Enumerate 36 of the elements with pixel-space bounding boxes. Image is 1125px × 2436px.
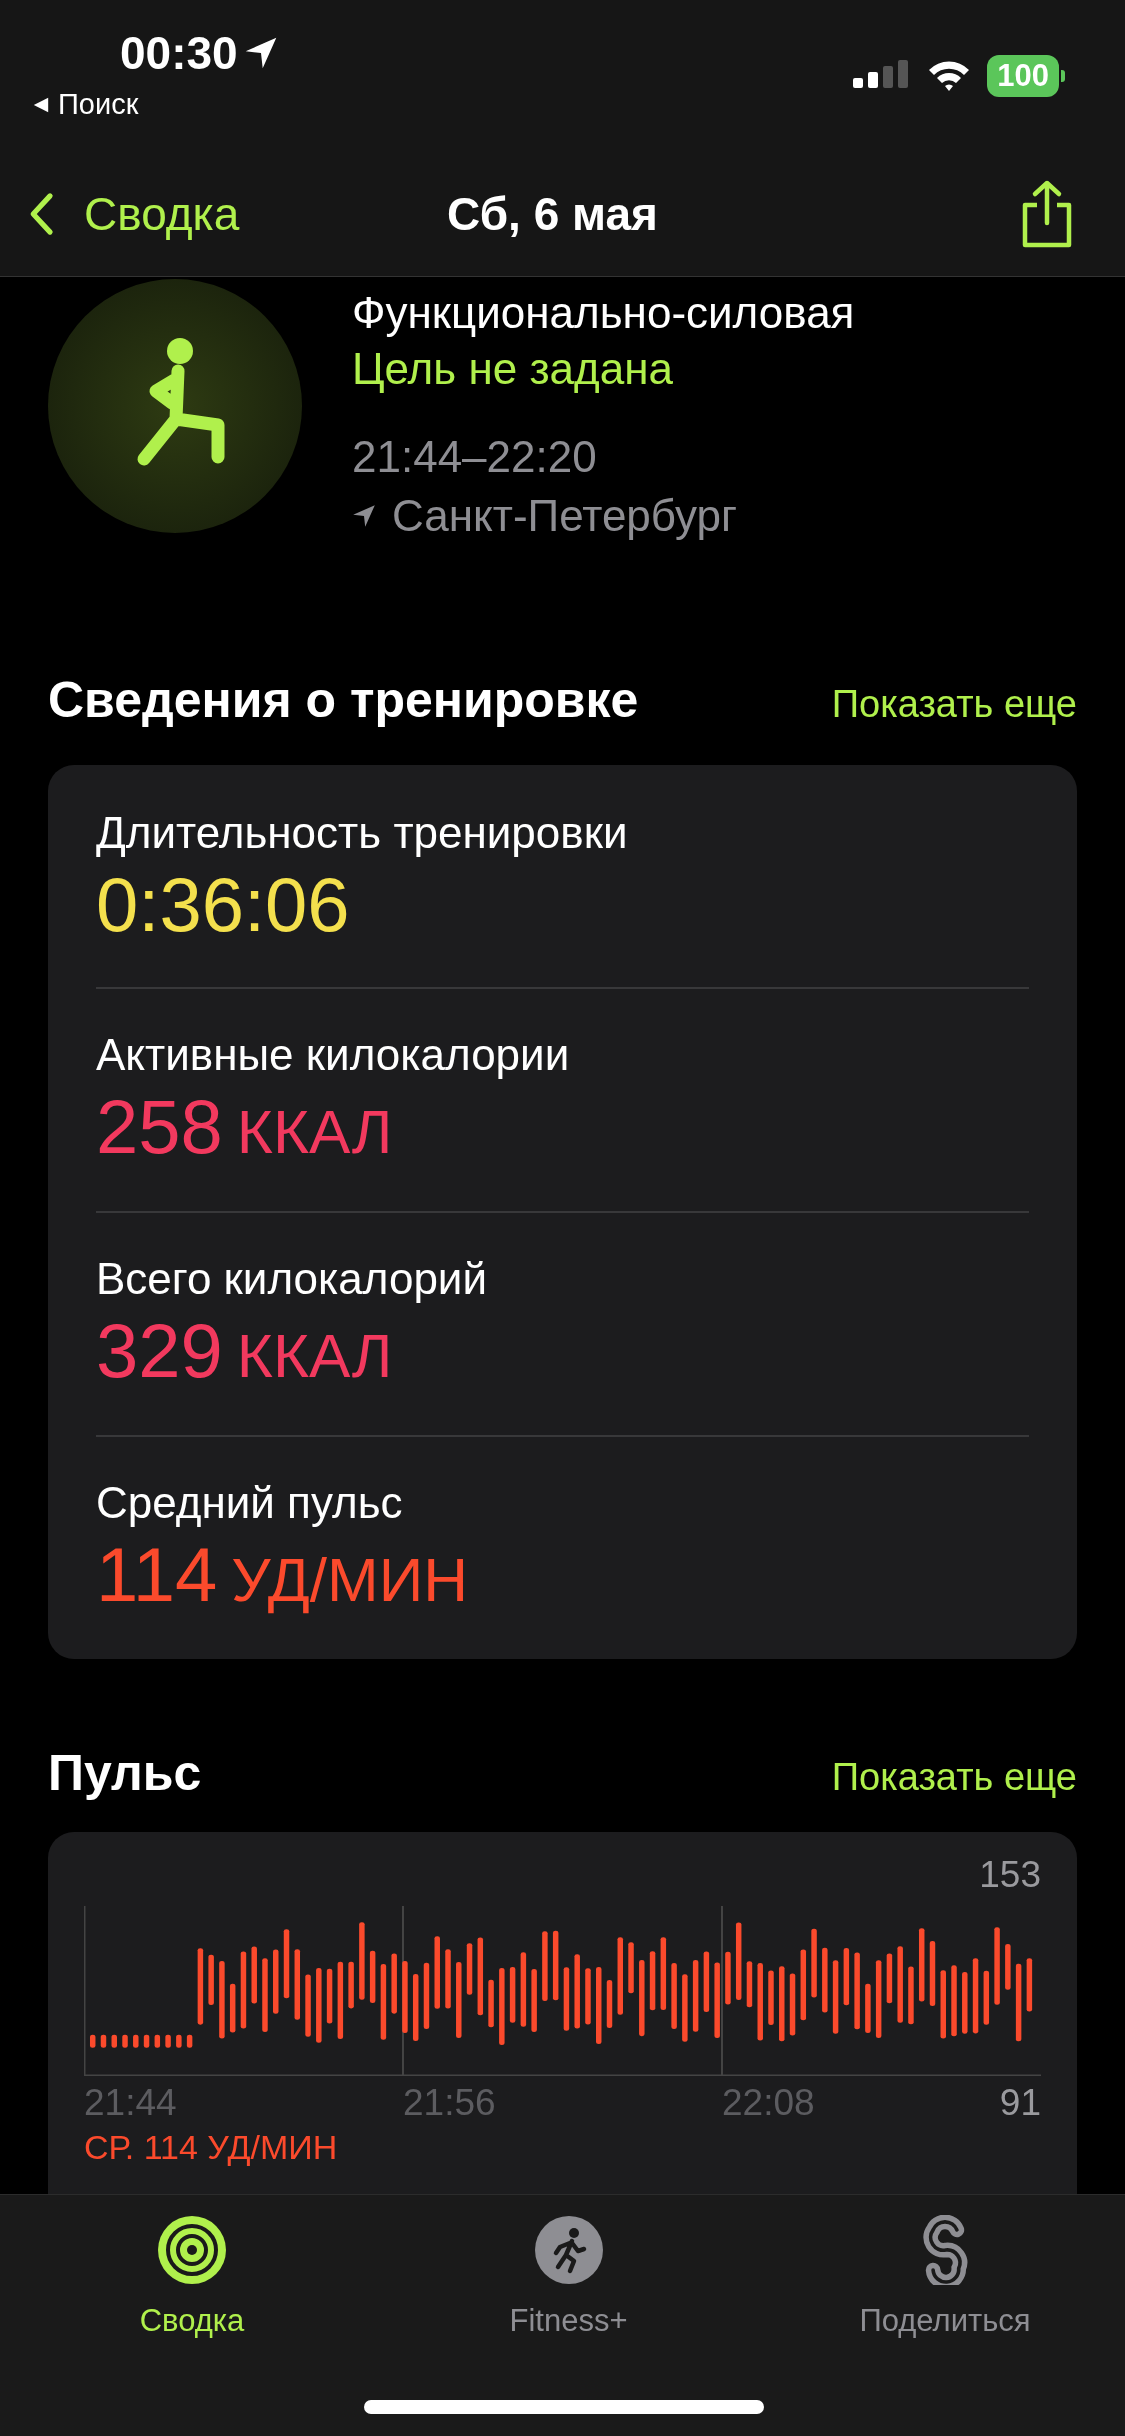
metric-value: 114 УД/МИН — [96, 1531, 469, 1619]
screen-title: Сб, 6 мая — [447, 187, 658, 241]
battery-indicator: 100 — [987, 55, 1059, 97]
metric-value: 329 ККАЛ — [96, 1307, 394, 1395]
x-axis-label: 22:08 — [722, 2082, 815, 2124]
chevron-left-icon — [28, 192, 54, 236]
y-axis-min: 91 — [999, 2082, 1041, 2124]
workout-location: Санкт-Петербург — [392, 490, 738, 542]
workout-time-range: 21:44–22:20 — [352, 431, 598, 483]
back-triangle-icon — [32, 95, 50, 114]
x-axis-label: 21:56 — [403, 2082, 496, 2124]
tab-bar-item[interactable]: Fitness+ — [448, 2215, 689, 2339]
runner-icon — [533, 2215, 604, 2285]
metric-label: Средний пульс — [96, 1476, 404, 1529]
workout-goal: Цель не задана — [352, 343, 674, 395]
average-heart-rate: СР. 114 УД/МИН — [84, 2128, 339, 2167]
section-title: Пульс — [48, 1744, 202, 1802]
x-axis-label: 21:44 — [84, 2082, 177, 2124]
back-to-search-link[interactable]: Поиск — [32, 88, 139, 121]
y-axis-max: 153 — [979, 1854, 1041, 1896]
tab-bar-item[interactable]: Сводка — [72, 2215, 312, 2339]
status-time: 00:30 — [120, 26, 238, 80]
workout-name: Функционально-силовая — [352, 287, 855, 339]
section-title: Сведения о тренировке — [48, 671, 639, 729]
tab-bar-item[interactable]: Поделиться — [825, 2215, 1065, 2339]
metric-label: Активные килокалории — [96, 1028, 571, 1081]
metric-value: 258 ККАЛ — [96, 1083, 394, 1171]
metric-value: 0:36:06 — [96, 862, 351, 948]
metric-label: Всего килокалорий — [96, 1252, 488, 1305]
activity-rings-icon — [157, 2215, 227, 2285]
workout-icon — [48, 279, 302, 533]
metric-label: Длительность тренировки — [96, 807, 629, 859]
show-more-link[interactable]: Показать еще — [831, 1756, 1077, 1799]
show-more-link[interactable]: Показать еще — [831, 683, 1077, 726]
location-arrow-icon — [352, 504, 376, 528]
back-button[interactable]: Сводка — [28, 187, 240, 241]
